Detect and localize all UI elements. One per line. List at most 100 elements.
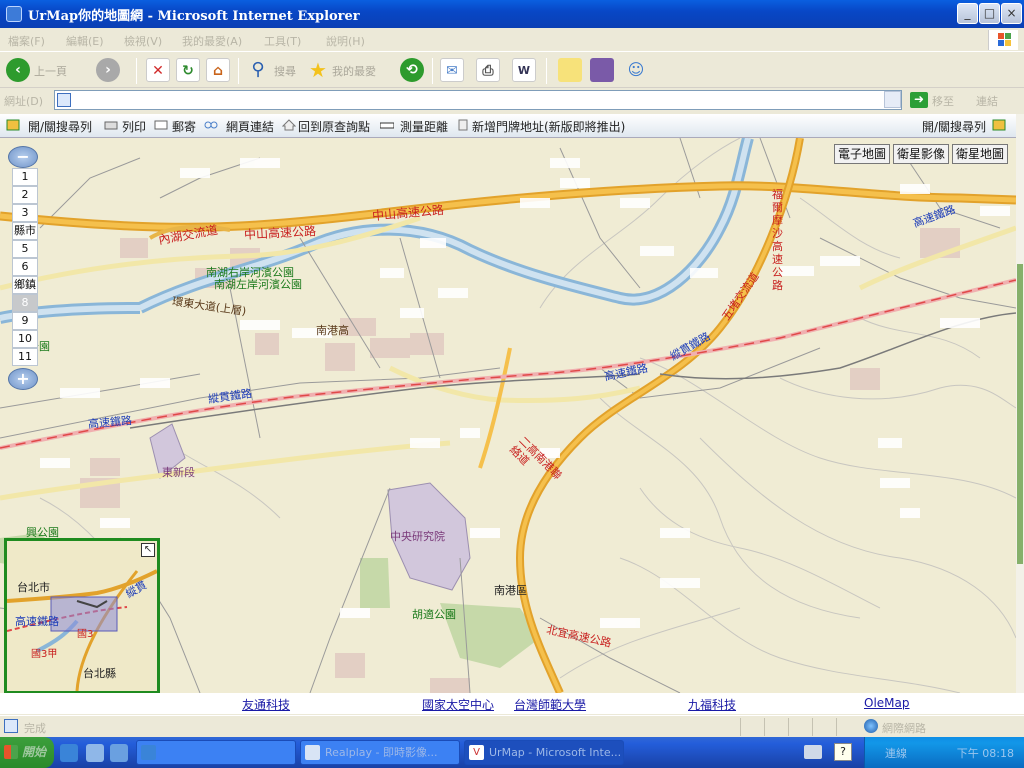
footer-link[interactable]: 台灣師範大學 [514, 696, 586, 713]
toggle-search-right-button[interactable]: 開/關搜尋列 [922, 118, 986, 135]
satellite-image-button[interactable]: 衛星影像 [893, 144, 950, 164]
windows-flag-icon [4, 745, 18, 759]
park-label: 南湖左岸河濱公園 [214, 278, 302, 291]
ruler-icon [380, 122, 394, 129]
institution-label: 中央研究院 [390, 530, 445, 543]
maximize-button[interactable]: □ [979, 3, 1000, 24]
link-icon [204, 121, 218, 129]
go-icon[interactable]: ➜ [910, 92, 928, 108]
zoom-level[interactable]: 鄉鎮 [12, 276, 38, 294]
menu-edit[interactable]: 編輯(E) [66, 33, 104, 49]
zoom-level[interactable]: 10 [12, 330, 38, 348]
zoom-level[interactable]: 縣市 [12, 222, 38, 240]
map-canvas[interactable]: 中山高速公路 中山高速公路 內湖交流道 南湖右岸河濱公園 南湖左岸河濱公園 環東… [0, 138, 1016, 693]
page-icon [57, 93, 71, 107]
print-icon[interactable]: ⎙ [476, 58, 500, 82]
taskbar-item[interactable] [136, 740, 296, 765]
zone-label: 網際網路 [882, 722, 926, 735]
clock: 下午 08:18 [956, 747, 1014, 760]
status-text: 完成 [24, 722, 46, 735]
satellite-map-button[interactable]: 衛星地圖 [952, 144, 1009, 164]
start-button[interactable]: 開始 [0, 737, 54, 768]
title-bar[interactable]: UrMap你的地圖網 - Microsoft Internet Explorer… [0, 0, 1024, 28]
realplay-icon [305, 745, 320, 760]
overview-label: 台北市 [17, 581, 50, 594]
links-label[interactable]: 連結 [976, 93, 998, 109]
quicklaunch-icon[interactable] [86, 744, 104, 762]
toggle-search-left-button[interactable]: 開/關搜尋列 [28, 118, 92, 135]
expand-overview-button[interactable]: ↖ [141, 543, 155, 557]
help-button[interactable]: ? [834, 743, 852, 761]
overview-label: 國3 [77, 629, 94, 640]
ie-quicklaunch-icon[interactable] [60, 744, 78, 762]
back-icon[interactable]: ‹ [6, 58, 30, 82]
zoom-level[interactable]: 1 [12, 168, 38, 186]
research-icon[interactable] [590, 58, 614, 82]
address-dropdown-button[interactable] [884, 91, 901, 108]
overview-map[interactable]: ↖ 台北市 高速鐵路 縱貫 台北縣 國3 國3甲 [4, 538, 160, 693]
highway-label: 福爾摩沙高速公路 [772, 188, 783, 292]
zoom-level[interactable]: 5 [12, 240, 38, 258]
footer-link[interactable]: OleMap [864, 696, 910, 710]
window-title: UrMap你的地圖網 - Microsoft Internet Explorer [28, 9, 360, 24]
electronic-map-button[interactable]: 電子地圖 [834, 144, 891, 164]
discuss-icon[interactable] [558, 58, 582, 82]
internet-zone-icon [864, 719, 878, 733]
zoom-level[interactable]: 3 [12, 204, 38, 222]
search-icon[interactable]: ⚲ [246, 58, 270, 82]
favorites-label[interactable]: 我的最愛 [332, 63, 376, 79]
address-input[interactable] [54, 90, 902, 110]
menu-favorites[interactable]: 我的最愛(A) [182, 33, 242, 49]
taskbar-item-active[interactable]: V UrMap - Microsoft Inte... [464, 740, 624, 765]
zoom-level[interactable]: 2 [12, 186, 38, 204]
park-label: 胡適公園 [412, 608, 456, 621]
taskbar-item[interactable]: Realplay - 即時影像... [300, 740, 460, 765]
zoom-level-selected[interactable]: 8 [12, 294, 38, 312]
quicklaunch-icon[interactable] [110, 744, 128, 762]
go-label[interactable]: 移至 [932, 93, 954, 109]
footer-links: 友通科技 國家太空中心 台灣師範大學 九福科技 OleMap [0, 693, 1016, 714]
page-link-button[interactable]: 網頁連結 [226, 118, 274, 135]
menu-file[interactable]: 檔案(F) [8, 33, 45, 49]
back-label[interactable]: 上一頁 [34, 63, 67, 79]
menu-view[interactable]: 檢視(V) [124, 33, 162, 49]
mail-button[interactable]: 郵寄 [172, 118, 196, 135]
refresh-icon[interactable]: ↻ [176, 58, 200, 82]
taskbar: 開始 Realplay - 即時影像... V UrMap - Microsof… [0, 737, 1024, 768]
back-to-query-button[interactable]: 回到原查詢點 [298, 118, 370, 135]
windows-logo [988, 30, 1018, 50]
measure-button[interactable]: 測量距離 [400, 118, 448, 135]
ie-icon [6, 6, 22, 22]
favorites-star-icon[interactable]: ★ [306, 58, 330, 82]
print-button[interactable]: 列印 [122, 118, 146, 135]
vertical-scrollbar[interactable] [1016, 114, 1024, 693]
keyboard-icon[interactable] [804, 745, 822, 759]
address-bar: 網址(D) ➜ 移至 連結 [0, 88, 1024, 112]
word-icon[interactable]: W [512, 58, 536, 82]
history-icon[interactable]: ⟲ [400, 58, 424, 82]
zoom-level[interactable]: 9 [12, 312, 38, 330]
zoom-out-button[interactable]: − [8, 146, 38, 168]
minimize-button[interactable]: _ [957, 3, 978, 24]
forward-icon[interactable]: › [96, 58, 120, 82]
close-button[interactable]: × [1001, 3, 1022, 24]
zoom-in-button[interactable]: + [8, 368, 38, 390]
home-icon[interactable]: ⌂ [206, 58, 230, 82]
search-label[interactable]: 搜尋 [274, 63, 296, 79]
zoom-level[interactable]: 11 [12, 348, 38, 366]
footer-link[interactable]: 國家太空中心 [422, 696, 494, 713]
browser-window: UrMap你的地圖網 - Microsoft Internet Explorer… [0, 0, 1024, 768]
menu-bar: 檔案(F) 編輯(E) 檢視(V) 我的最愛(A) 工具(T) 說明(H) [0, 28, 1024, 52]
footer-link[interactable]: 友通科技 [242, 696, 290, 713]
footer-link[interactable]: 九福科技 [688, 696, 736, 713]
toggle-search-icon [992, 119, 1006, 131]
menu-tools[interactable]: 工具(T) [264, 33, 301, 49]
menu-help[interactable]: 說明(H) [326, 33, 365, 49]
mail-icon [154, 120, 168, 130]
add-address-button[interactable]: 新增門牌地址(新版即將推出) [472, 118, 625, 135]
mail-icon[interactable]: ✉ [440, 58, 464, 82]
system-tray: 連線 下午 08:18 [864, 737, 1024, 768]
stop-icon[interactable]: ✕ [146, 58, 170, 82]
zoom-level[interactable]: 6 [12, 258, 38, 276]
messenger-icon[interactable]: ☺ [624, 58, 648, 82]
